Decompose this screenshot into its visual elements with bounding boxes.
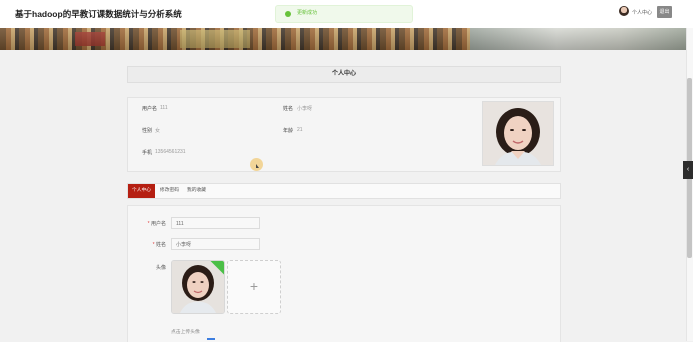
form-name-label-text: 姓名 — [155, 242, 166, 248]
plus-icon[interactable]: + — [227, 260, 281, 314]
tab-change-password[interactable]: 修改密码 — [157, 184, 182, 198]
tab-favorites[interactable]: 我的收藏 — [184, 184, 209, 198]
avatar-image — [172, 261, 224, 313]
page-title: 个人中心 — [127, 66, 561, 83]
uploaded-avatar[interactable] — [171, 260, 225, 314]
success-toast: 更新成功 — [275, 5, 413, 23]
profile-photo — [482, 101, 554, 166]
info-age-label: 年龄 — [283, 128, 294, 134]
banner-detail — [180, 30, 250, 48]
tab-profile[interactable]: 个人中心 — [128, 184, 155, 198]
app-title: 基于hadoop的早教订课数据统计与分析系统 — [15, 9, 182, 19]
toast-message: 更新成功 — [297, 10, 318, 16]
cursor-pointer-icon — [256, 164, 259, 168]
info-name-label: 姓名 — [283, 106, 294, 112]
form-avatar-label: 头像 — [155, 265, 166, 271]
tab-bar: 个人中心 修改密码 我的收藏 — [127, 183, 561, 199]
info-username-value: 111 — [160, 105, 168, 111]
username-field[interactable]: 111 — [171, 217, 260, 229]
top-header: 基于hadoop的早教订课数据统计与分析系统 更新成功 个人中心 退出 — [0, 0, 693, 29]
banner-detail — [75, 32, 105, 46]
banner-detail — [470, 28, 686, 50]
info-name-value: 小李呀 — [297, 106, 313, 112]
form-name-label: * 姓名 — [126, 241, 166, 248]
name-field[interactable]: 小李呀 — [171, 238, 260, 250]
info-age-value: 21 — [297, 127, 303, 133]
banner-image — [0, 28, 686, 50]
upload-hint: 点击上传头像 — [171, 330, 200, 335]
info-username-label: 用户名 — [142, 106, 158, 112]
avatar[interactable] — [619, 6, 629, 16]
info-gender-value: 女 — [155, 128, 161, 134]
logout-button[interactable]: 退出 — [657, 6, 672, 18]
progress-indicator — [207, 338, 215, 340]
info-phone-label: 手机 — [142, 150, 153, 156]
form-username-label: * 用户名 — [126, 220, 166, 227]
info-phone-value: 13564561231 — [155, 149, 186, 155]
chevron-left-icon[interactable]: ‹ — [683, 161, 693, 179]
info-gender-label: 性别 — [142, 128, 153, 134]
form-username-label-text: 用户名 — [150, 221, 166, 227]
user-center-link[interactable]: 个人中心 — [632, 9, 652, 16]
success-dot-icon — [285, 11, 291, 17]
portrait-image — [483, 102, 553, 165]
